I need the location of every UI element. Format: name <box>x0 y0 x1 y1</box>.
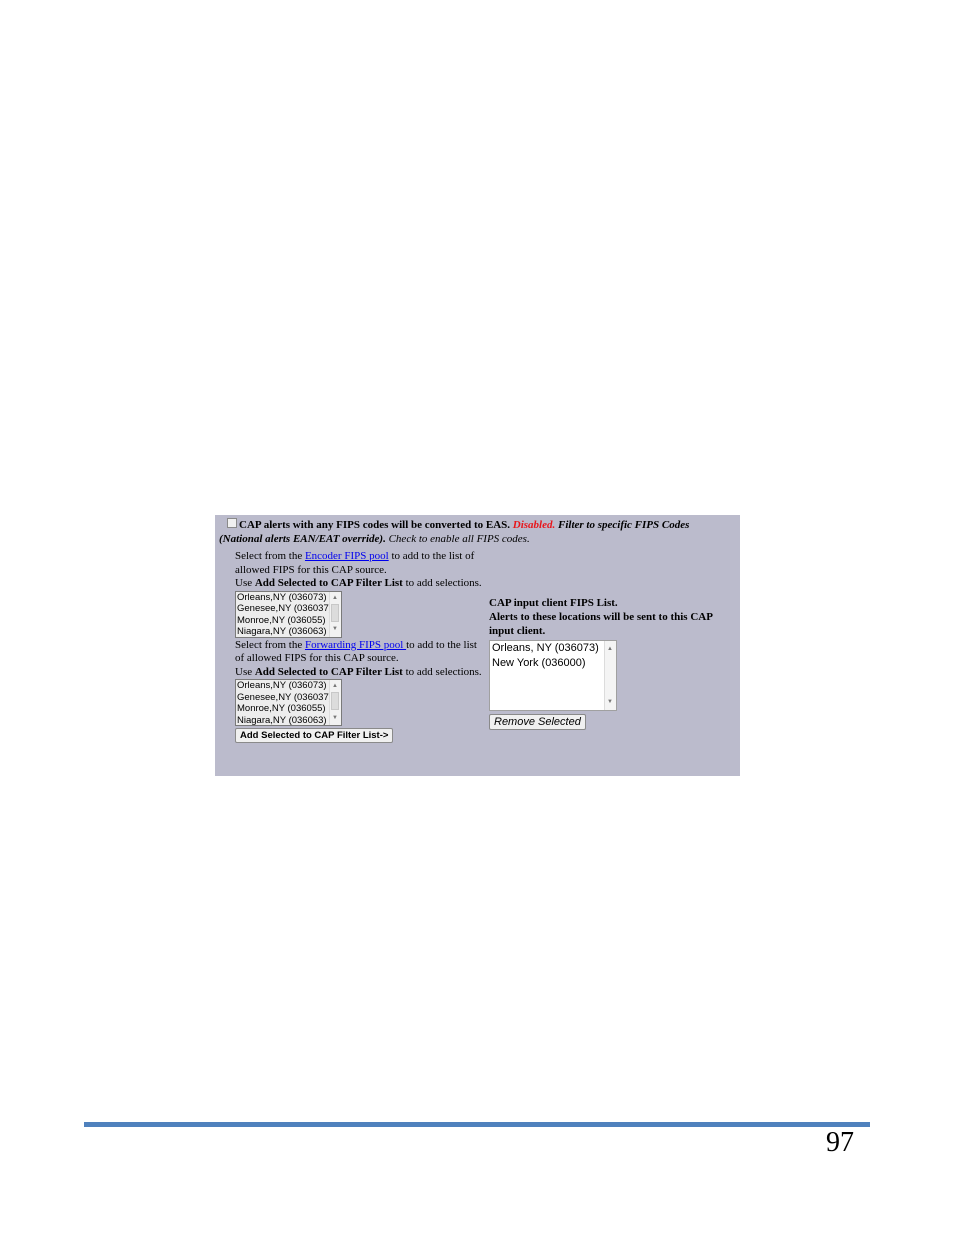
scrollbar[interactable]: ▲ ▼ <box>604 641 616 710</box>
list-option[interactable]: Orleans,NY (036073) <box>237 592 341 604</box>
scroll-thumb[interactable] <box>331 603 339 622</box>
hint-text: Check to enable all FIPS codes. <box>388 533 530 545</box>
list-option[interactable]: Niagara,NY (036063) <box>237 626 341 637</box>
list-option[interactable]: Genesee,NY (036037) <box>237 692 341 704</box>
forwarding-instructions: Select from the Forwarding FIPS pool to … <box>235 638 482 678</box>
scroll-thumb[interactable] <box>331 692 339 710</box>
scroll-down-icon[interactable]: ▼ <box>332 713 338 725</box>
forwarding-fips-listbox[interactable]: Orleans,NY (036073) Genesee,NY (036037) … <box>235 679 342 726</box>
scrollbar[interactable]: ▲ ▼ <box>329 680 341 725</box>
status-disabled: Disabled. <box>512 519 556 531</box>
encoder-instructions: Select from the Encoder FIPS pool to add… <box>235 550 482 589</box>
remove-selected-button[interactable]: Remove Selected <box>489 714 586 730</box>
client-fips-listbox[interactable]: Orleans, NY (036073) New York (036000) ▲… <box>489 640 617 711</box>
scroll-down-icon[interactable]: ▼ <box>607 695 613 710</box>
list-option[interactable]: Genesee,NY (036037) <box>237 603 341 615</box>
fips-filter-header: CAP alerts with any FIPS codes will be c… <box>219 518 734 546</box>
encoder-fips-listbox[interactable]: Orleans,NY (036073) Genesee,NY (036037) … <box>235 590 342 638</box>
list-option[interactable]: New York (036000) <box>492 656 616 671</box>
footer-rule <box>84 1122 870 1127</box>
heading-text: CAP alerts with any FIPS codes will be c… <box>239 519 511 531</box>
scroll-up-icon[interactable]: ▲ <box>332 593 338 605</box>
list-option[interactable]: Monroe,NY (036055) <box>237 703 341 715</box>
list-option[interactable]: Niagara,NY (036063) <box>237 715 341 726</box>
client-list-title: CAP input client FIPS List. <box>489 597 618 609</box>
client-list-description: Alerts to these locations will be sent t… <box>489 611 713 637</box>
scroll-up-icon[interactable]: ▲ <box>332 681 338 693</box>
cap-fips-filter-panel: CAP alerts with any FIPS codes will be c… <box>215 515 740 776</box>
list-option[interactable]: Orleans, NY (036073) <box>492 641 616 656</box>
scroll-up-icon[interactable]: ▲ <box>607 642 613 657</box>
page-number: 97 <box>826 1127 854 1158</box>
list-option[interactable]: Monroe,NY (036055) <box>237 615 341 627</box>
forwarding-fips-pool-link[interactable]: Forwarding FIPS pool <box>305 639 406 651</box>
add-selected-button[interactable]: Add Selected to CAP Filter List-> <box>235 728 394 743</box>
list-option[interactable]: Orleans,NY (036073) <box>237 680 341 692</box>
fips-source-column: Select from the Encoder FIPS pool to add… <box>235 550 485 743</box>
scroll-down-icon[interactable]: ▼ <box>332 624 338 636</box>
scrollbar[interactable]: ▲ ▼ <box>329 591 341 637</box>
client-fips-column: CAP input client FIPS List. Alerts to th… <box>489 596 739 730</box>
encoder-fips-pool-link[interactable]: Encoder FIPS pool <box>305 550 389 562</box>
enable-all-fips-checkbox[interactable] <box>227 518 237 528</box>
